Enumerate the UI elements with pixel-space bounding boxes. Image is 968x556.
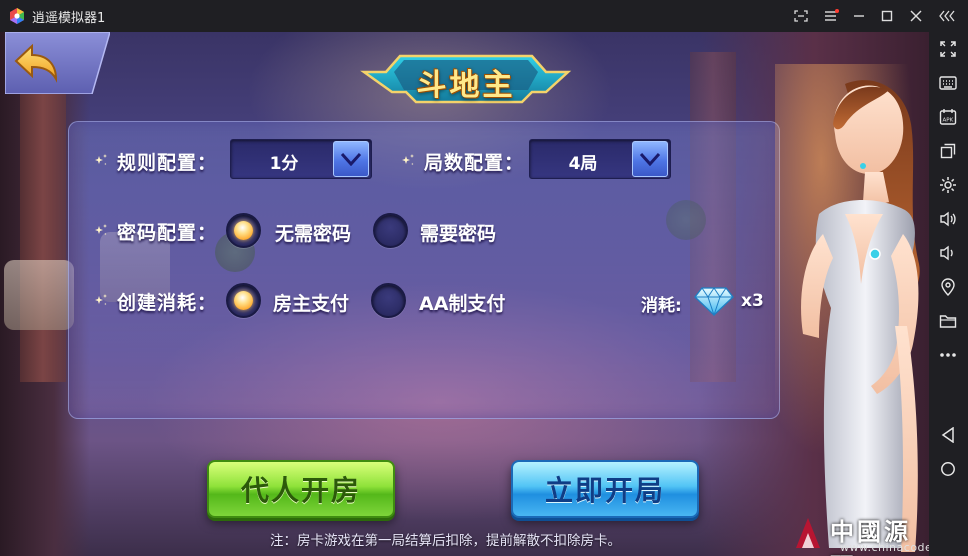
rounds-label: 局数配置： [424,152,525,174]
cost-config-label: 创建消耗： [117,292,218,314]
proxy-open-room-button[interactable]: 代人开房 [207,460,395,518]
diamond-icon [694,287,734,316]
aa-pay-label[interactable]: AA制支付 [419,289,505,316]
need-password-radio[interactable] [373,213,408,248]
rules-value: 1分 [269,154,299,174]
title-bar: 逍遥模拟器1 [0,0,968,32]
volume-down-icon[interactable] [937,242,959,264]
minimize-icon[interactable] [848,5,870,27]
pillar-decoration [20,52,66,382]
cost-label: 消耗: [641,296,682,316]
folder-icon[interactable] [937,310,959,332]
emulator-window: 逍遥模拟器1 APK 斗地主 规则配置： 1分 局数配置： 4局 密码配置： 无… [0,0,968,556]
rounds-value: 4局 [568,154,598,174]
game-screen: 斗地主 规则配置： 1分 局数配置： 4局 密码配置： 无需密码 需要密码 创建… [0,32,929,556]
rules-label: 规则配置： [117,152,218,174]
sparkle-icon [95,224,107,236]
aa-pay-radio[interactable] [371,283,406,318]
rounds-select[interactable]: 4局 [529,139,671,179]
password-label: 密码配置： [117,222,218,244]
keyboard-icon[interactable] [937,72,959,94]
room-card-note: 注：房卡游戏在第一局结算后扣除，提前解散不扣除房卡。 [270,533,621,549]
no-password-label[interactable]: 无需密码 [275,219,351,246]
home-nav-icon[interactable] [937,458,959,480]
start-game-button[interactable]: 立即开局 [511,460,699,518]
no-password-radio[interactable] [226,213,261,248]
more-icon[interactable] [937,344,959,366]
volume-up-icon[interactable] [937,208,959,230]
app-logo-icon [10,8,24,24]
chair-decoration [4,260,74,330]
back-nav-icon[interactable] [937,424,959,446]
chevron-down-icon[interactable] [333,141,369,177]
radio-selected-dot [234,291,253,310]
cost-amount: x3 [741,291,764,311]
window-title: 逍遥模拟器1 [32,11,106,26]
screenshot-toggle-icon[interactable] [790,5,812,27]
sparkle-icon [95,294,107,306]
fullscreen-icon[interactable] [937,38,959,60]
watermark-url: www.chinacode.com [840,541,929,554]
owner-pay-radio[interactable] [226,283,261,318]
page-title: 斗地主 [416,68,516,103]
radio-selected-dot [234,221,253,240]
sparkle-icon [402,154,414,166]
apk-icon[interactable]: APK [937,106,959,128]
rules-select[interactable]: 1分 [230,139,372,179]
owner-pay-label[interactable]: 房主支付 [273,289,349,316]
multi-window-icon[interactable] [937,140,959,162]
hostess-character-image [775,64,929,552]
maximize-icon[interactable] [876,5,898,27]
emulator-toolbar: APK [929,32,968,556]
close-icon[interactable] [905,5,927,27]
location-icon[interactable] [937,276,959,298]
back-button[interactable] [5,32,110,94]
collapse-sidebar-icon[interactable] [937,5,959,27]
settings-icon[interactable] [937,174,959,196]
need-password-label[interactable]: 需要密码 [420,219,496,246]
svg-text:APK: APK [943,118,954,124]
sparkle-icon [95,154,107,166]
menu-icon[interactable] [820,5,842,27]
chevron-down-icon[interactable] [632,141,668,177]
title-banner: 斗地主 [360,52,572,104]
